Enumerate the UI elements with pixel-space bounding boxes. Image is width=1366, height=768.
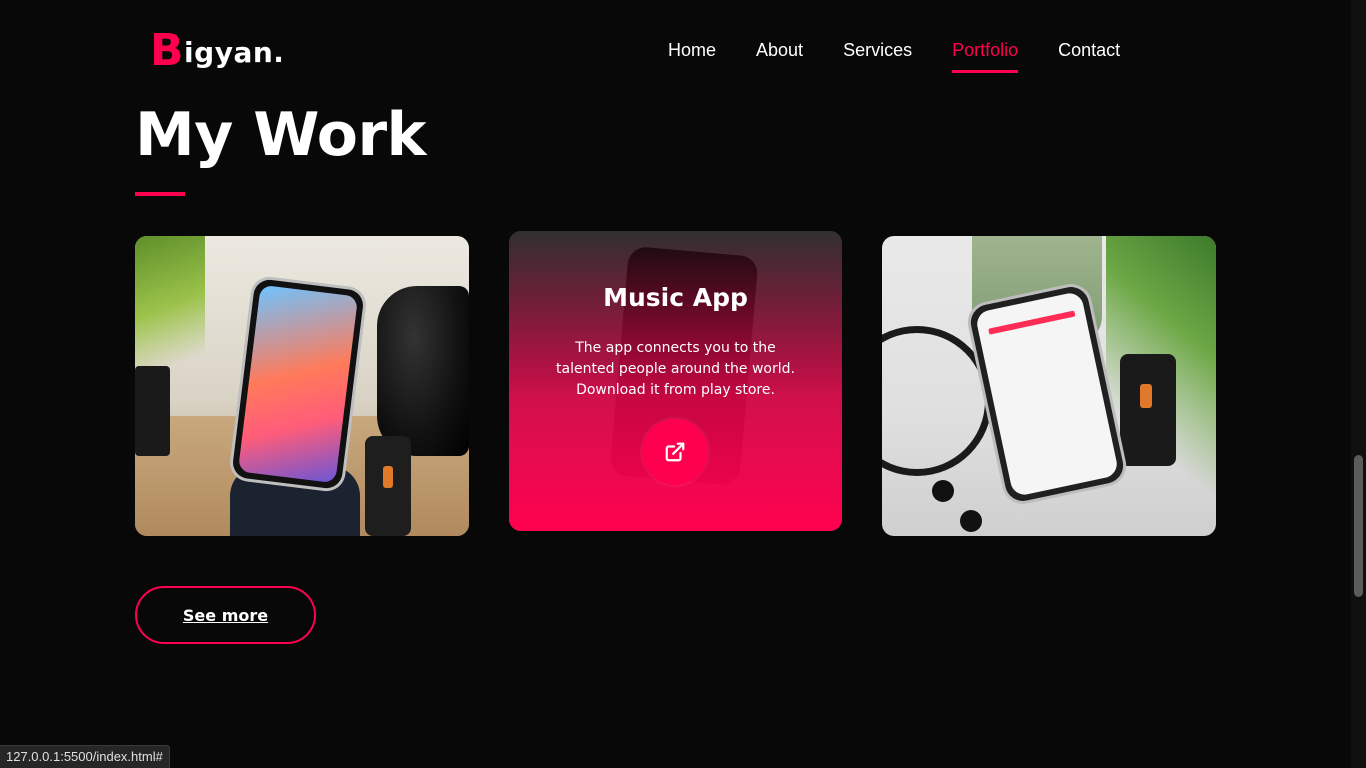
status-url: 127.0.0.1:5500/index.html# [0, 745, 170, 768]
logo[interactable]: B igyan. [150, 25, 285, 76]
title-underline [135, 192, 185, 196]
pot [135, 366, 170, 456]
phone [967, 283, 1127, 505]
section-title: My Work [135, 100, 426, 170]
charger [1120, 354, 1176, 466]
logo-text: igyan. [184, 36, 285, 69]
earbud [960, 510, 982, 532]
work-image-3 [882, 236, 1216, 536]
see-more-button[interactable]: See more [135, 586, 316, 644]
page-scrollbar[interactable] [1351, 0, 1366, 768]
nav-contact[interactable]: Contact [1058, 40, 1120, 67]
work-card-1[interactable] [135, 236, 469, 536]
external-link-icon [665, 442, 685, 462]
main-nav: Home About Services Portfolio Contact [668, 40, 1120, 73]
scrollbar-thumb[interactable] [1354, 455, 1363, 597]
nav-home[interactable]: Home [668, 40, 716, 67]
camera-lens [377, 286, 469, 456]
card-description: The app connects you to the talented peo… [556, 340, 795, 398]
logo-first-letter: B [150, 25, 185, 76]
work-card-2[interactable]: Music App The app connects you to the ta… [509, 231, 842, 531]
charger [365, 436, 411, 536]
work-image-1 [135, 236, 469, 536]
open-link-button[interactable] [642, 419, 708, 485]
card-content: Music App The app connects you to the ta… [509, 231, 842, 531]
card-title: Music App [603, 283, 748, 312]
nav-portfolio[interactable]: Portfolio [952, 40, 1019, 73]
phone-screen [237, 284, 359, 484]
nav-services[interactable]: Services [843, 40, 912, 67]
earbud [932, 480, 954, 502]
work-card-3[interactable] [882, 236, 1216, 536]
nav-about[interactable]: About [756, 40, 803, 67]
